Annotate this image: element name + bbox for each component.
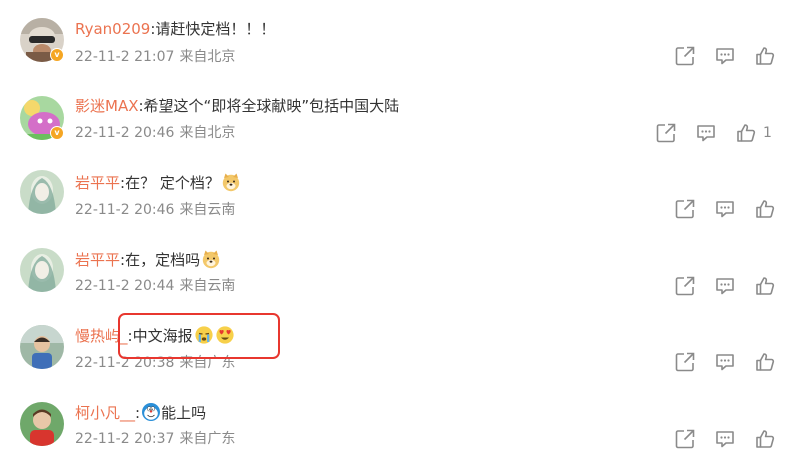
comment-meta: 22-11-2 20:46 来自北京: [75, 124, 235, 142]
location: 来自云南: [179, 278, 236, 294]
username[interactable]: 岩平平: [75, 251, 120, 269]
comment-actions: [674, 275, 776, 297]
timestamp: 22-11-2 20:46: [75, 125, 175, 141]
comment-meta: 22-11-2 20:46 来自云南: [75, 201, 235, 219]
reply-button[interactable]: [714, 198, 736, 220]
comment-text: 请赶快定档！！！: [155, 20, 276, 38]
comment-icon: [714, 428, 736, 450]
comment-actions: [674, 428, 776, 450]
like-icon: [754, 275, 776, 297]
share-button[interactable]: [674, 275, 696, 297]
comment-actions: [674, 351, 776, 373]
comment-item: 岩平平:在？ 定个档？ 22-11-2 20:46 来自云南: [0, 156, 800, 234]
share-button[interactable]: [674, 198, 696, 220]
comment-icon: [714, 45, 736, 67]
comment-line: 影迷MAX:希望这个“即将全球献映”包括中国大陆: [75, 96, 399, 116]
username[interactable]: 岩平平: [75, 174, 120, 192]
timestamp: 22-11-2 20:46: [75, 202, 175, 218]
separator: :: [135, 404, 141, 422]
comment-icon: [714, 351, 736, 373]
location: 来自北京: [179, 125, 236, 141]
comment-actions: [674, 45, 776, 67]
reply-button[interactable]: [714, 428, 736, 450]
like-button[interactable]: [754, 275, 776, 297]
comment-meta: 22-11-2 20:37 来自广东: [75, 430, 235, 448]
doge-emoji: [221, 172, 241, 192]
timestamp: 22-11-2 20:44: [75, 278, 175, 294]
share-button[interactable]: [674, 351, 696, 373]
like-icon: [754, 351, 776, 373]
comment-item: v Ryan0209:请赶快定档！！！ 22-11-2 21:07 来自北京: [0, 0, 800, 78]
comment-line: 柯小凡__: 能上吗: [75, 402, 206, 423]
share-icon: [674, 428, 696, 450]
comment-text: 希望这个“即将全球献映”包括中国大陆: [143, 97, 400, 115]
share-icon: [655, 122, 677, 144]
comment-text: 能上吗: [161, 404, 207, 422]
timestamp: 22-11-2 21:07: [75, 49, 175, 65]
share-button[interactable]: [674, 45, 696, 67]
comment-actions: 1: [655, 122, 772, 144]
share-icon: [674, 351, 696, 373]
like-icon: [754, 45, 776, 67]
location: 来自北京: [179, 49, 236, 65]
share-icon: [674, 198, 696, 220]
like-button[interactable]: [735, 122, 757, 144]
location: 来自广东: [179, 431, 236, 447]
reply-button[interactable]: [714, 275, 736, 297]
username[interactable]: 柯小凡__: [75, 404, 135, 422]
reply-button[interactable]: [714, 45, 736, 67]
username[interactable]: 影迷MAX: [75, 97, 138, 115]
like-icon: [754, 198, 776, 220]
comment-icon: [695, 122, 717, 144]
avatar[interactable]: [20, 170, 64, 214]
comment-text: 在？ 定个档？: [125, 174, 220, 192]
comment-meta: 22-11-2 21:07 来自北京: [75, 48, 235, 66]
reply-button[interactable]: [695, 122, 717, 144]
comment-line: 岩平平:在，定档吗: [75, 249, 221, 270]
share-icon: [674, 45, 696, 67]
like-button[interactable]: [754, 45, 776, 67]
timestamp: 22-11-2 20:37: [75, 431, 175, 447]
comment-icon: [714, 275, 736, 297]
location: 来自云南: [179, 202, 236, 218]
verified-badge-icon: v: [50, 48, 64, 62]
doraemon-emoji: [141, 402, 161, 422]
like-icon: [754, 428, 776, 450]
reply-button[interactable]: [714, 351, 736, 373]
comment-text: 在，定档吗: [125, 251, 201, 269]
like-button[interactable]: [754, 428, 776, 450]
comment-item: 柯小凡__: 能上吗 22-11-2 20:37 来自广东: [0, 390, 800, 468]
like-button[interactable]: [754, 351, 776, 373]
comment-icon: [714, 198, 736, 220]
comment-meta: 22-11-2 20:44 来自云南: [75, 277, 235, 295]
share-button[interactable]: [674, 428, 696, 450]
avatar[interactable]: [20, 402, 64, 446]
highlight-box: [118, 313, 280, 359]
avatar[interactable]: [20, 248, 64, 292]
username[interactable]: Ryan0209: [75, 20, 150, 38]
share-icon: [674, 275, 696, 297]
verified-badge-icon: v: [50, 126, 64, 140]
comment-actions: [674, 198, 776, 220]
avatar[interactable]: [20, 325, 64, 369]
like-button[interactable]: [754, 198, 776, 220]
like-icon: [735, 122, 757, 144]
doge-emoji: [201, 249, 221, 269]
comment-item: 岩平平:在，定档吗 22-11-2 20:44 来自云南: [0, 234, 800, 312]
comment-line: 岩平平:在？ 定个档？: [75, 172, 241, 193]
comment-item: v 影迷MAX:希望这个“即将全球献映”包括中国大陆 22-11-2 20:46…: [0, 78, 800, 156]
like-count: 1: [763, 125, 772, 141]
comment-line: Ryan0209:请赶快定档！！！: [75, 19, 275, 39]
share-button[interactable]: [655, 122, 677, 144]
